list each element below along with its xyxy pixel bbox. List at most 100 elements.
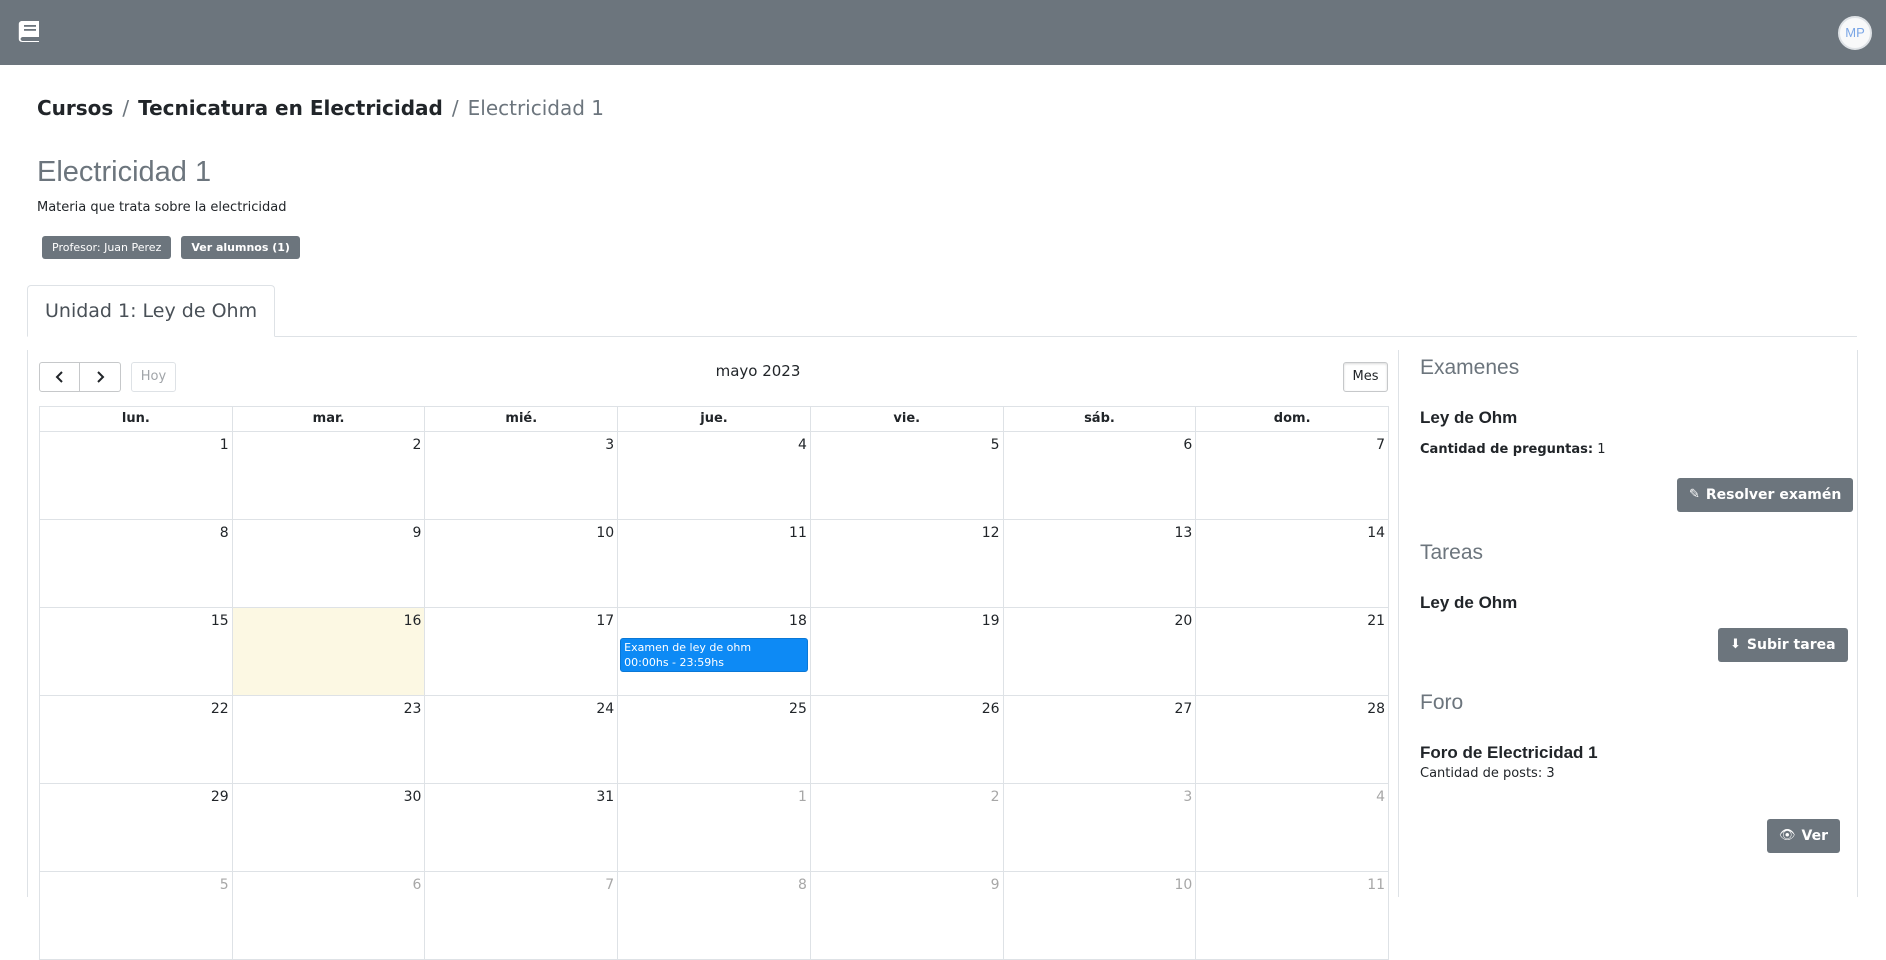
calendar-day[interactable]: 1 <box>40 432 233 520</box>
day-number[interactable]: 24 <box>596 701 614 717</box>
day-number[interactable]: 12 <box>982 525 1000 541</box>
day-number[interactable]: 2 <box>413 437 422 453</box>
calendar-day[interactable]: 2 <box>232 432 426 520</box>
day-number[interactable]: 14 <box>1367 525 1385 541</box>
day-number[interactable]: 5 <box>991 437 1000 453</box>
day-number[interactable]: 6 <box>1183 437 1192 453</box>
calendar-day[interactable]: 4 <box>618 432 811 520</box>
day-number[interactable]: 9 <box>413 525 422 541</box>
day-number[interactable]: 27 <box>1174 701 1192 717</box>
day-number[interactable]: 8 <box>798 877 807 893</box>
day-number[interactable]: 3 <box>1183 789 1192 805</box>
day-number[interactable]: 5 <box>220 877 229 893</box>
calendar-day[interactable]: 27 <box>1003 696 1197 784</box>
calendar-day[interactable]: 29 <box>40 784 233 872</box>
day-number[interactable]: 11 <box>789 525 807 541</box>
calendar-day[interactable]: 22 <box>40 696 233 784</box>
upload-task-button[interactable]: ⬇ Subir tarea <box>1718 628 1848 662</box>
view-forum-button[interactable]: 👁 Ver <box>1767 819 1840 853</box>
book-icon[interactable] <box>16 18 42 44</box>
day-number[interactable]: 1 <box>220 437 229 453</box>
calendar-day[interactable]: 1 <box>618 784 811 872</box>
day-number[interactable]: 28 <box>1367 701 1385 717</box>
calendar-day[interactable]: 3 <box>425 432 619 520</box>
day-number[interactable]: 1 <box>798 789 807 805</box>
day-number[interactable]: 20 <box>1174 613 1192 629</box>
calendar-day[interactable]: 25 <box>618 696 811 784</box>
calendar-day[interactable]: 9 <box>232 520 426 608</box>
day-number[interactable]: 13 <box>1174 525 1192 541</box>
day-number[interactable]: 6 <box>413 877 422 893</box>
day-number[interactable]: 2 <box>991 789 1000 805</box>
day-number[interactable]: 17 <box>596 613 614 629</box>
day-number[interactable]: 21 <box>1367 613 1385 629</box>
next-month-button[interactable] <box>80 362 121 392</box>
calendar-day[interactable]: 19 <box>810 608 1004 696</box>
calendar-day[interactable]: 18 Examen de ley de ohm 00:00hs - 23:59hs <box>618 608 811 696</box>
view-students-button[interactable]: Ver alumnos (1) <box>181 236 300 259</box>
calendar-day[interactable]: 6 <box>232 872 426 960</box>
day-number[interactable]: 7 <box>605 877 614 893</box>
calendar-day[interactable]: 14 <box>1196 520 1390 608</box>
breadcrumb-link-career[interactable]: Tecnicatura en Electricidad <box>138 96 443 120</box>
calendar-day[interactable]: 6 <box>1003 432 1197 520</box>
calendar-event[interactable]: Examen de ley de ohm 00:00hs - 23:59hs <box>620 638 808 672</box>
day-number[interactable]: 7 <box>1376 437 1385 453</box>
calendar-weeks: 1 2 3 4 5 6 7 8 9 10 11 12 13 14 15 16 17 18 Examen de ley… <box>39 432 1390 960</box>
prev-month-button[interactable] <box>39 362 80 392</box>
today-button[interactable]: Hoy <box>131 362 176 392</box>
day-number[interactable]: 11 <box>1367 877 1385 893</box>
day-number[interactable]: 10 <box>1174 877 1192 893</box>
calendar-day[interactable]: 8 <box>40 520 233 608</box>
day-number[interactable]: 9 <box>991 877 1000 893</box>
calendar-day[interactable]: 5 <box>810 432 1004 520</box>
calendar-day[interactable]: 7 <box>425 872 619 960</box>
calendar-day[interactable]: 23 <box>232 696 426 784</box>
user-avatar[interactable]: MP <box>1838 16 1872 50</box>
tab-unidad-1[interactable]: Unidad 1: Ley de Ohm <box>27 285 276 337</box>
day-number[interactable]: 23 <box>404 701 422 717</box>
calendar-day[interactable]: 4 <box>1196 784 1390 872</box>
solve-exam-button[interactable]: ✎ Resolver examén <box>1677 478 1854 512</box>
day-number[interactable]: 29 <box>211 789 229 805</box>
calendar-day[interactable]: 21 <box>1196 608 1390 696</box>
calendar-day[interactable]: 7 <box>1196 432 1390 520</box>
calendar-day[interactable]: 13 <box>1003 520 1197 608</box>
calendar-day[interactable]: 2 <box>810 784 1004 872</box>
day-number[interactable]: 26 <box>982 701 1000 717</box>
day-number[interactable]: 30 <box>404 789 422 805</box>
calendar-day[interactable]: 8 <box>618 872 811 960</box>
calendar-day[interactable]: 10 <box>1003 872 1197 960</box>
day-number[interactable]: 8 <box>220 525 229 541</box>
day-number[interactable]: 18 <box>789 613 807 629</box>
calendar-day[interactable]: 5 <box>40 872 233 960</box>
calendar-day[interactable]: 11 <box>618 520 811 608</box>
calendar-day[interactable]: 20 <box>1003 608 1197 696</box>
day-number[interactable]: 31 <box>596 789 614 805</box>
calendar-day[interactable]: 3 <box>1003 784 1197 872</box>
calendar-day[interactable]: 28 <box>1196 696 1390 784</box>
day-number[interactable]: 22 <box>211 701 229 717</box>
calendar-day[interactable]: 12 <box>810 520 1004 608</box>
calendar-day[interactable]: 31 <box>425 784 619 872</box>
calendar-day[interactable]: 30 <box>232 784 426 872</box>
calendar-day[interactable]: 11 <box>1196 872 1390 960</box>
day-number[interactable]: 3 <box>605 437 614 453</box>
calendar-day[interactable]: 17 <box>425 608 619 696</box>
calendar-day[interactable]: 10 <box>425 520 619 608</box>
calendar-day[interactable]: 9 <box>810 872 1004 960</box>
calendar-day[interactable]: 16 <box>232 608 426 696</box>
day-number[interactable]: 25 <box>789 701 807 717</box>
calendar-day[interactable]: 15 <box>40 608 233 696</box>
calendar-day[interactable]: 24 <box>425 696 619 784</box>
day-number[interactable]: 10 <box>596 525 614 541</box>
day-number[interactable]: 16 <box>404 613 422 629</box>
month-view-button[interactable]: Mes <box>1343 362 1388 392</box>
breadcrumb-link-cursos[interactable]: Cursos <box>37 96 113 120</box>
day-number[interactable]: 15 <box>211 613 229 629</box>
day-number[interactable]: 19 <box>982 613 1000 629</box>
day-number[interactable]: 4 <box>1376 789 1385 805</box>
calendar-day[interactable]: 26 <box>810 696 1004 784</box>
top-navbar: MP <box>0 0 1886 65</box>
day-number[interactable]: 4 <box>798 437 807 453</box>
